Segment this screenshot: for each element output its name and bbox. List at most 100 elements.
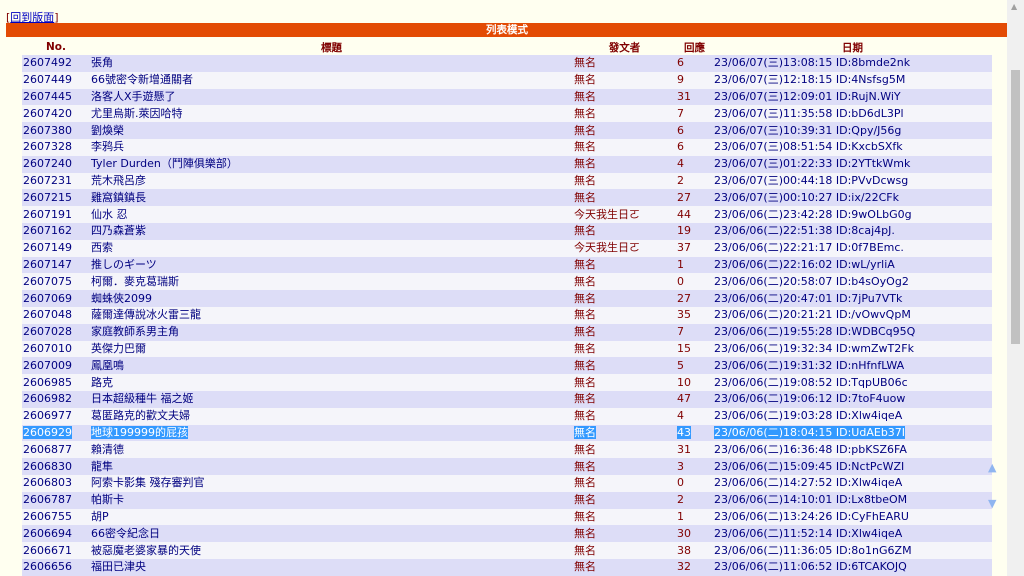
table-row[interactable]: 2607009 鳳凰鳴 無名 5 23/06/06(二)19:31:32 ID:nHfn… — [22, 357, 992, 375]
cell-title-text[interactable]: 龍隼 — [91, 460, 113, 473]
cell-no-text: 2607147 — [23, 257, 72, 271]
cell-title-text[interactable]: 胡P — [91, 510, 109, 523]
cell-title[interactable]: 帕斯卡 — [90, 491, 573, 509]
cell-title-text[interactable]: 尤里烏斯.萊因哈特 — [91, 107, 183, 120]
cell-title-text[interactable]: 路克 — [91, 376, 113, 389]
table-row[interactable]: 2606830 龍隼 無名 3 23/06/06(二)15:09:45 ID:NctPc… — [22, 458, 992, 475]
cell-title[interactable]: 薩爾達傳說冰火雷三龍 — [90, 306, 573, 324]
vertical-scrollbar[interactable]: ▲ — [1007, 0, 1024, 576]
cell-title[interactable]: 66號密令新增通關者 — [90, 71, 573, 89]
cell-title-text[interactable]: 四乃森蒼紫 — [91, 224, 146, 237]
cell-title-text[interactable]: 西索 — [91, 241, 113, 254]
table-row[interactable]: 2606985 路克 無名 10 23/06/06(二)19:08:52 ID:TqpU… — [22, 374, 992, 391]
cell-title-text[interactable]: 阿索卡影集 殘存審判官 — [91, 476, 205, 489]
cell-title[interactable]: 張角 — [90, 55, 573, 72]
table-row[interactable]: 2607191 仙水 忍 今天我生日ㄛ 44 23/06/06(二)23:42:28 I… — [22, 206, 992, 223]
cell-title[interactable]: 仙水 忍 — [90, 206, 573, 223]
table-row[interactable]: 2607449 66號密令新增通關者 無名 9 23/06/07(三)12:18:15 … — [22, 71, 992, 89]
cell-title[interactable]: 66密令紀念日 — [90, 525, 573, 543]
cell-title-text[interactable]: 葛匿路克的歡文夫婦 — [91, 409, 190, 422]
scroll-down-arrow-icon[interactable]: ▼ — [988, 497, 996, 510]
cell-title[interactable]: 劉煥榮 — [90, 122, 573, 139]
cell-title[interactable]: 胡P — [90, 508, 573, 526]
table-row[interactable]: 2606803 阿索卡影集 殘存審判官 無名 0 23/06/06(二)14:27:52… — [22, 474, 992, 492]
cell-title[interactable]: 阿索卡影集 殘存審判官 — [90, 474, 573, 492]
table-row[interactable]: 2606977 葛匿路克的歡文夫婦 無名 4 23/06/06(二)19:03:28 I… — [22, 407, 992, 425]
cell-title[interactable]: 李鸦兵 — [90, 138, 573, 156]
cell-title[interactable]: 洛客人X手遊懸了 — [90, 88, 573, 106]
table-row[interactable]: 2607445 洛客人X手遊懸了 無名 31 23/06/07(三)12:09:01 I… — [22, 88, 992, 106]
table-row[interactable]: 2607215 雞窩鎮鎮長 無名 27 23/06/07(三)00:10:27 ID:i… — [22, 189, 992, 207]
cell-title[interactable]: 尤里烏斯.萊因哈特 — [90, 105, 573, 123]
scrollbar-thumb[interactable] — [1011, 70, 1020, 344]
table-row[interactable]: 2607231 荒木飛呂彦 無名 2 23/06/07(三)00:44:18 ID:PV… — [22, 172, 992, 190]
table-row[interactable]: 2606656 福田已津央 無名 32 23/06/06(二)11:06:52 ID:6… — [22, 558, 992, 576]
table-row[interactable]: 2607380 劉煥榮 無名 6 23/06/07(三)10:39:31 ID:Qpy/… — [22, 122, 992, 139]
cell-title[interactable]: 鳳凰鳴 — [90, 357, 573, 375]
cell-title-text[interactable]: 66號密令新增通關者 — [91, 73, 193, 86]
cell-title[interactable]: 蜘蛛俠2099 — [90, 290, 573, 307]
cell-title-text[interactable]: 鳳凰鳴 — [91, 359, 124, 372]
table-row[interactable]: 2607420 尤里烏斯.萊因哈特 無名 7 23/06/07(三)11:35:58 I… — [22, 105, 992, 123]
cell-title[interactable]: 路克 — [90, 374, 573, 391]
table-row[interactable]: 2606787 帕斯卡 無名 2 23/06/06(二)14:10:01 ID:Lx8t… — [22, 491, 992, 509]
cell-title-text[interactable]: 英傑力巴爾 — [91, 342, 146, 355]
table-row[interactable]: 2606929 地球199999的屁孩 無名 43 23/06/06(二)18:04:1… — [22, 424, 992, 442]
cell-title-text[interactable]: 雞窩鎮鎮長 — [91, 191, 146, 204]
cell-title[interactable]: 家庭教師系男主角 — [90, 323, 573, 341]
scroll-up-arrow-icon[interactable]: ▲ — [988, 461, 996, 474]
table-row[interactable]: 2607240 Tyler Durden（鬥陣俱樂部） 無名 4 23/06/07(三)… — [22, 155, 992, 173]
table-row[interactable]: 2606671 被惡魔老婆家暴的天使 無名 38 23/06/06(二)11:36:05… — [22, 542, 992, 559]
cell-title-text[interactable]: 洛客人X手遊懸了 — [91, 90, 176, 103]
cell-title-text[interactable]: 福田已津央 — [91, 560, 146, 573]
cell-title-text[interactable]: 蜘蛛俠2099 — [91, 292, 152, 305]
table-row[interactable]: 2607069 蜘蛛俠2099 無名 27 23/06/06(二)20:47:01 ID… — [22, 290, 992, 307]
cell-title-text[interactable]: 張角 — [91, 56, 113, 69]
cell-title[interactable]: 柯爾．麥克葛瑞斯 — [90, 273, 573, 291]
cell-title-text[interactable]: 日本超級種牛 福之姬 — [91, 392, 194, 405]
cell-title[interactable]: 推しのギーツ — [90, 256, 573, 274]
cell-title[interactable]: 龍隼 — [90, 458, 573, 475]
table-row[interactable]: 2606755 胡P 無名 1 23/06/06(二)13:24:26 ID:CyFhE… — [22, 508, 992, 526]
cell-title[interactable]: 福田已津央 — [90, 558, 573, 576]
cell-title[interactable]: 西索 — [90, 239, 573, 257]
table-row[interactable]: 2607075 柯爾．麥克葛瑞斯 無名 0 23/06/06(二)20:58:07 ID… — [22, 273, 992, 291]
cell-title[interactable]: 日本超級種牛 福之姬 — [90, 390, 573, 408]
cell-title-text[interactable]: Tyler Durden（鬥陣俱樂部） — [91, 157, 238, 170]
cell-title-text[interactable]: 帕斯卡 — [91, 493, 124, 506]
cell-title[interactable]: 荒木飛呂彦 — [90, 172, 573, 190]
cell-title[interactable]: 賴清德 — [90, 441, 573, 459]
cell-title-text[interactable]: 推しのギーツ — [91, 258, 157, 271]
cell-reply-text: 31 — [677, 89, 691, 103]
table-row[interactable]: 2607162 四乃森蒼紫 無名 19 23/06/06(二)22:51:38 ID:8… — [22, 222, 992, 240]
table-row[interactable]: 2606694 66密令紀念日 無名 30 23/06/06(二)11:52:14 ID… — [22, 525, 992, 543]
cell-title-text[interactable]: 薩爾達傳說冰火雷三龍 — [91, 308, 201, 321]
table-row[interactable]: 2607048 薩爾達傳說冰火雷三龍 無名 35 23/06/06(二)20:21:21… — [22, 306, 992, 324]
cell-title-text[interactable]: 賴清德 — [91, 443, 124, 456]
cell-title[interactable]: 地球199999的屁孩 — [90, 424, 573, 442]
table-row[interactable]: 2607328 李鸦兵 無名 6 23/06/07(三)08:51:54 ID:Kxcb… — [22, 138, 992, 156]
cell-title-text[interactable]: 66密令紀念日 — [91, 527, 160, 540]
cell-title-text[interactable]: 劉煥榮 — [91, 124, 124, 137]
cell-title[interactable]: 被惡魔老婆家暴的天使 — [90, 542, 573, 559]
table-row[interactable]: 2607149 西索 今天我生日ㄛ 37 23/06/06(二)22:21:17 ID:… — [22, 239, 992, 257]
cell-title[interactable]: 葛匿路克的歡文夫婦 — [90, 407, 573, 425]
table-row[interactable]: 2607147 推しのギーツ 無名 1 23/06/06(二)22:16:02 ID:w… — [22, 256, 992, 274]
cell-title-text[interactable]: 被惡魔老婆家暴的天使 — [91, 544, 201, 557]
table-row[interactable]: 2607028 家庭教師系男主角 無名 7 23/06/06(二)19:55:28 ID… — [22, 323, 992, 341]
cell-title-text[interactable]: 家庭教師系男主角 — [91, 325, 179, 338]
cell-title-text[interactable]: 李鸦兵 — [91, 140, 124, 153]
cell-title-text[interactable]: 地球199999的屁孩 — [91, 425, 188, 439]
cell-title-text[interactable]: 荒木飛呂彦 — [91, 174, 146, 187]
table-row[interactable]: 2606877 賴清德 無名 31 23/06/06(二)16:36:48 ID:pbK… — [22, 441, 992, 459]
scrollbar-up-icon[interactable]: ▲ — [1011, 2, 1017, 11]
table-row[interactable]: 2607010 英傑力巴爾 無名 15 23/06/06(二)19:32:34 ID:w… — [22, 340, 992, 358]
cell-title[interactable]: 英傑力巴爾 — [90, 340, 573, 358]
table-row[interactable]: 2606982 日本超級種牛 福之姬 無名 47 23/06/06(二)19:06:12… — [22, 390, 992, 408]
cell-title-text[interactable]: 柯爾．麥克葛瑞斯 — [91, 275, 179, 288]
cell-title-text[interactable]: 仙水 忍 — [91, 208, 128, 221]
cell-title[interactable]: Tyler Durden（鬥陣俱樂部） — [90, 155, 573, 173]
table-row[interactable]: 2607492 張角 無名 6 23/06/07(三)13:08:15 ID:8bmde… — [22, 55, 992, 72]
cell-title[interactable]: 雞窩鎮鎮長 — [90, 189, 573, 207]
cell-title[interactable]: 四乃森蒼紫 — [90, 222, 573, 240]
